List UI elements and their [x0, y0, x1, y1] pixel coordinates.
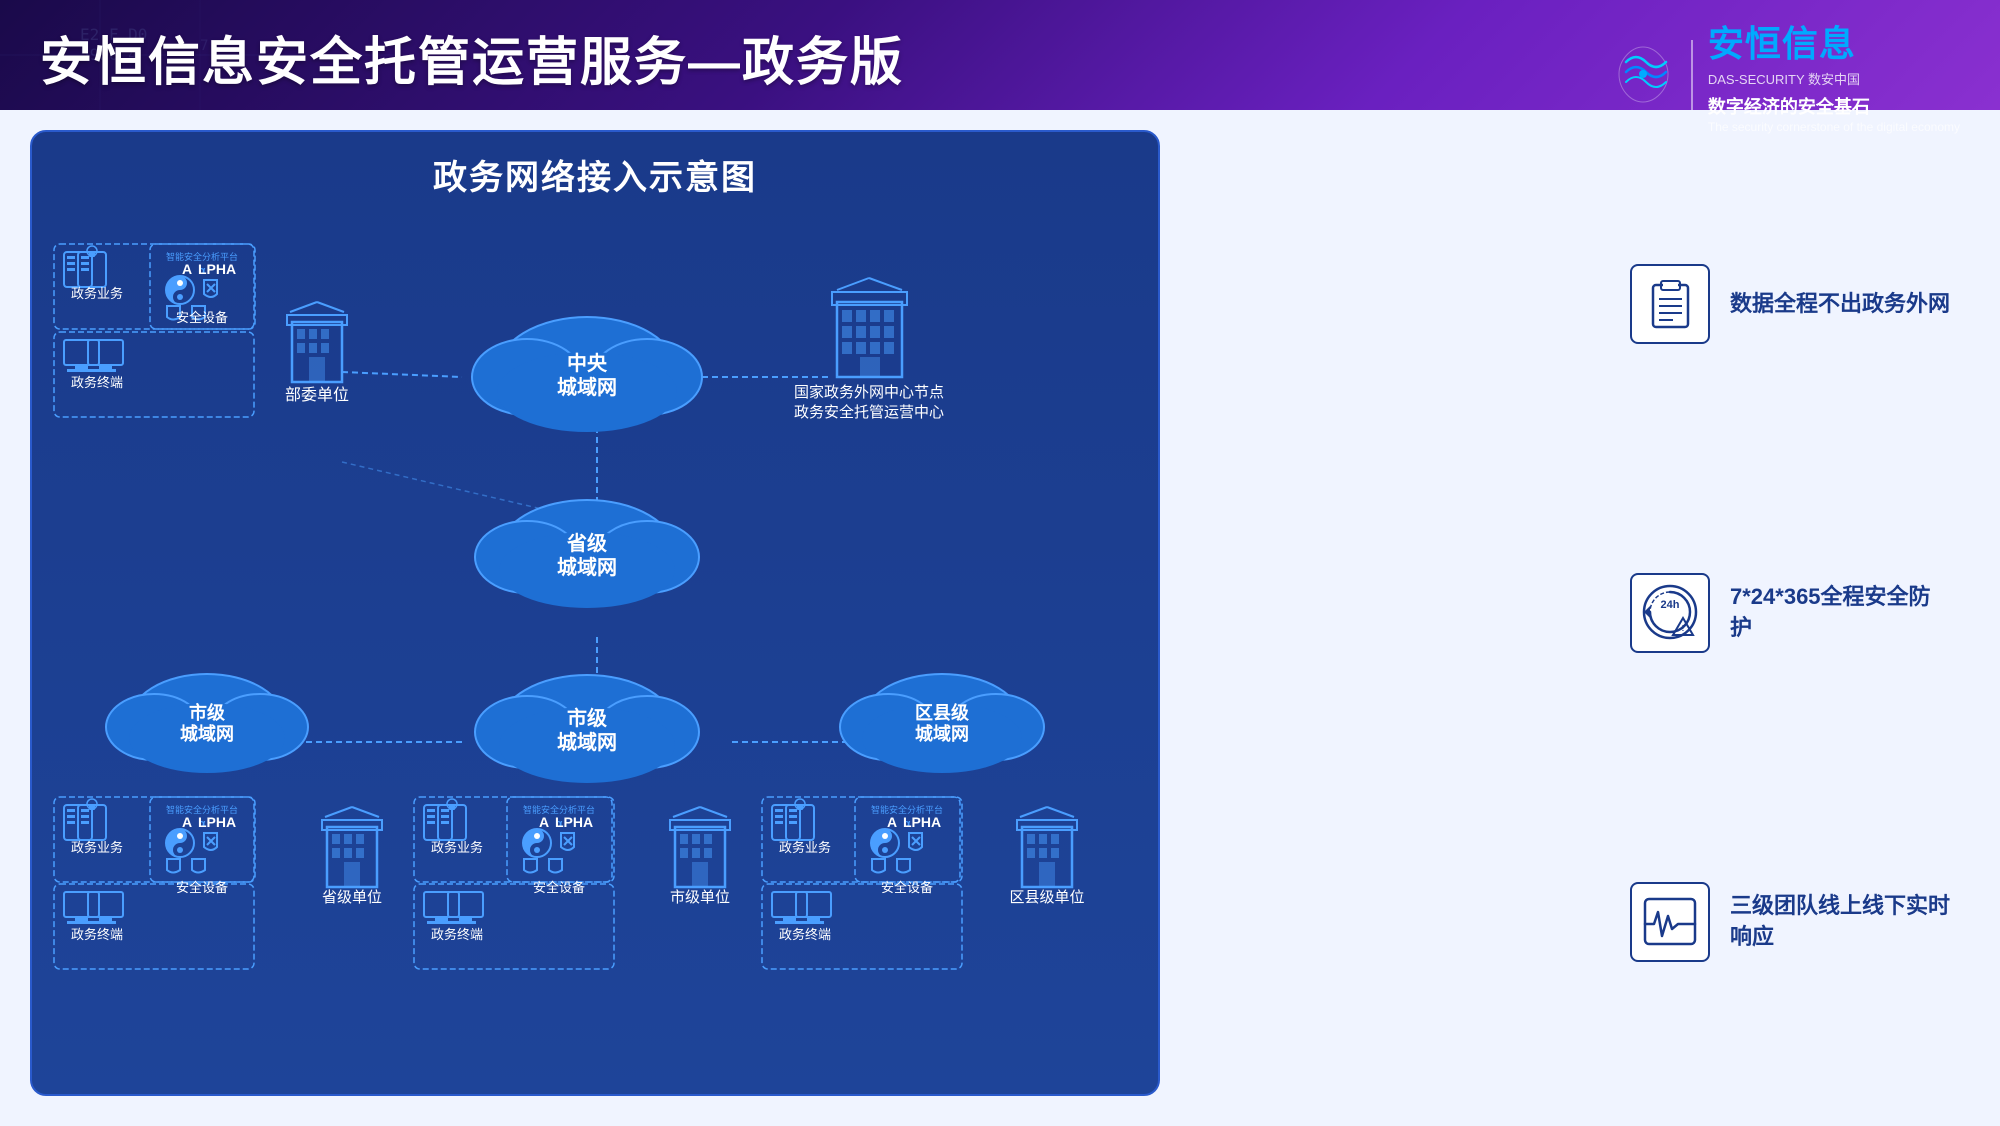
logo-text-group: 安恒信息 DAS-SECURITY 数安中国 数字经济的安全基石 The sec… — [1708, 15, 1960, 134]
svg-text:LPHA: LPHA — [198, 261, 236, 277]
svg-text:市级单位: 市级单位 — [670, 889, 730, 906]
svg-text:LPHA: LPHA — [555, 814, 593, 830]
svg-text:城域网: 城域网 — [180, 723, 234, 744]
svg-text:安全设备: 安全设备 — [176, 310, 228, 325]
svg-text:智能安全分析平台: 智能安全分析平台 — [523, 804, 595, 815]
company-tagline-en: The security cornerstone of the digital … — [1708, 120, 1960, 134]
svg-text:中央: 中央 — [567, 351, 608, 375]
features-panel: 数据全程不出政务外网 24h ! 7*24*365全程安全防护 — [1610, 130, 1970, 1096]
feature-item-2: 24h ! 7*24*365全程安全防护 — [1630, 573, 1950, 653]
svg-text:国家政务外网中心节点: 国家政务外网中心节点 — [794, 384, 944, 401]
svg-text:城域网: 城域网 — [557, 730, 617, 754]
clipboard-icon — [1643, 277, 1698, 332]
svg-text:安全设备: 安全设备 — [533, 880, 585, 895]
svg-text:区县级: 区县级 — [915, 702, 970, 723]
company-name: 安恒信息 — [1708, 15, 1960, 67]
clock24-icon: 24h ! — [1638, 580, 1703, 645]
svg-text:政务安全托管运营中心: 政务安全托管运营中心 — [794, 403, 944, 421]
feature-icon-box-2: 24h ! — [1630, 573, 1710, 653]
feature-item-1: 数据全程不出政务外网 — [1630, 264, 1950, 344]
feature-text-2: 7*24*365全程安全防护 — [1730, 582, 1950, 644]
company-logo-icon — [1611, 42, 1676, 107]
svg-text:政务终端: 政务终端 — [71, 927, 123, 942]
svg-text:智能安全分析平台: 智能安全分析平台 — [166, 251, 238, 262]
page-title: 安恒信息安全托管运营服务—政务版 — [40, 20, 904, 95]
svg-text:政务终端: 政务终端 — [779, 927, 831, 942]
feature-icon-box-3 — [1630, 882, 1710, 962]
feature-text-1: 数据全程不出政务外网 — [1730, 289, 1950, 320]
pulse-icon — [1640, 894, 1700, 949]
company-tagline: 数字经济的安全基石 — [1708, 93, 1960, 119]
svg-text:智能安全分析平台: 智能安全分析平台 — [166, 804, 238, 815]
svg-text:政务业务: 政务业务 — [71, 286, 123, 301]
svg-text:LPHA: LPHA — [903, 814, 941, 830]
diagram-container: 政务网络接入示意图 — [30, 130, 1160, 1096]
svg-text:政务业务: 政务业务 — [71, 840, 123, 855]
svg-text:A: A — [539, 814, 549, 830]
svg-text:α: α — [904, 818, 911, 830]
svg-text:α: α — [199, 818, 206, 830]
svg-text:智能安全分析平台: 智能安全分析平台 — [871, 804, 943, 815]
svg-text:政务终端: 政务终端 — [431, 927, 483, 942]
svg-text:LPHA: LPHA — [198, 814, 236, 830]
svg-text:安全设备: 安全设备 — [881, 880, 933, 895]
svg-text:A: A — [182, 261, 192, 277]
svg-text:安全设备: 安全设备 — [176, 880, 228, 895]
svg-text:政务业务: 政务业务 — [779, 840, 831, 855]
svg-text:市级: 市级 — [567, 706, 607, 730]
svg-text:市级: 市级 — [189, 702, 226, 723]
svg-text:城域网: 城域网 — [915, 723, 969, 744]
svg-text:24h: 24h — [1660, 599, 1679, 611]
svg-text:城域网: 城域网 — [557, 375, 617, 399]
svg-text:区县级单位: 区县级单位 — [1009, 889, 1084, 906]
svg-text:α: α — [199, 265, 206, 277]
diagram-title: 政务网络接入示意图 — [32, 132, 1158, 211]
svg-text:城域网: 城域网 — [557, 555, 617, 579]
feature-text-3: 三级团队线上线下实时响应 — [1730, 891, 1950, 953]
svg-text:政务业务: 政务业务 — [431, 840, 483, 855]
svg-text:A: A — [887, 814, 897, 830]
diagram-body: 中央 城域网 省级 城域网 市级 城域网 市级 城域网 — [32, 211, 1158, 1103]
logo-divider — [1691, 40, 1693, 110]
svg-text:政务终端: 政务终端 — [71, 375, 123, 390]
feature-item-3: 三级团队线上线下实时响应 — [1630, 882, 1950, 962]
company-sub: DAS-SECURITY 数安中国 — [1708, 69, 1960, 88]
svg-text:!: ! — [1681, 624, 1684, 633]
svg-text:α: α — [556, 818, 563, 830]
svg-text:A: A — [182, 814, 192, 830]
svg-text:省级: 省级 — [566, 531, 607, 555]
logo-area: 安恒信息 DAS-SECURITY 数安中国 数字经济的安全基石 The sec… — [1611, 15, 1960, 134]
svg-text:省级单位: 省级单位 — [322, 889, 382, 906]
svg-text:部委单位: 部委单位 — [285, 386, 349, 404]
feature-icon-box-1 — [1630, 264, 1710, 344]
